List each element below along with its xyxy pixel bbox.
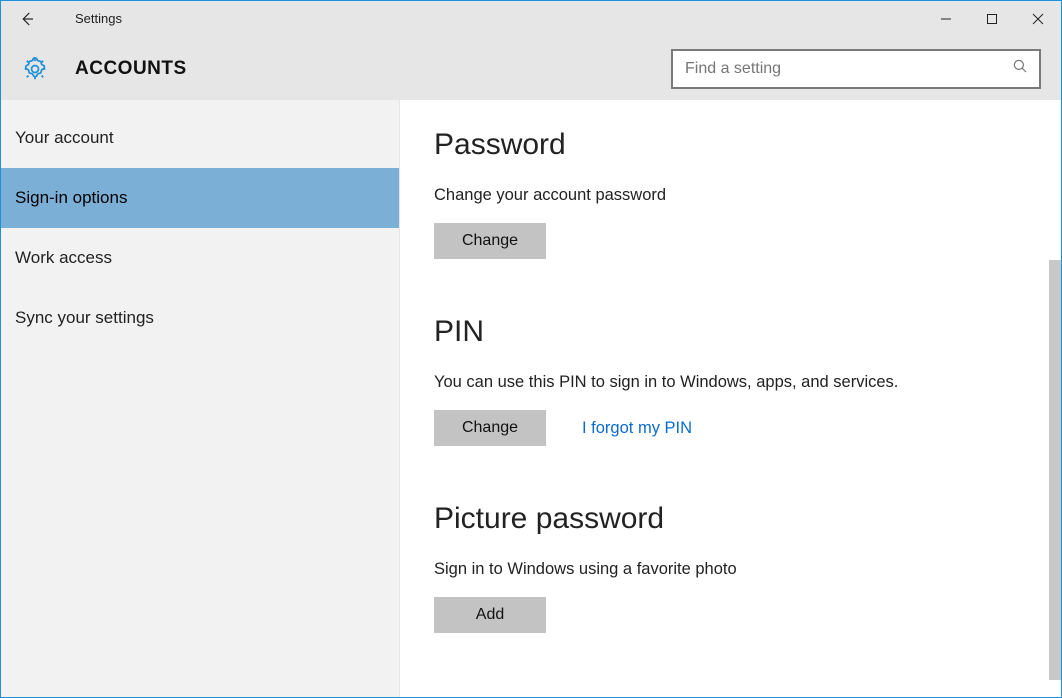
maximize-button[interactable] [969, 1, 1015, 37]
search-box[interactable] [671, 49, 1041, 89]
section-title: PIN [434, 315, 1037, 349]
sidebar-item-label: Work access [15, 248, 112, 268]
change-password-button[interactable]: Change [434, 223, 546, 259]
section-password: Password Change your account password Ch… [434, 128, 1037, 259]
section-description: Sign in to Windows using a favorite phot… [434, 560, 1037, 579]
content: Password Change your account password Ch… [400, 100, 1061, 697]
titlebar: Settings [1, 1, 1061, 37]
window-controls [923, 1, 1061, 37]
close-button[interactable] [1015, 1, 1061, 37]
sidebar-item-your-account[interactable]: Your account [1, 108, 399, 168]
scrollbar-thumb[interactable] [1049, 260, 1061, 680]
section-picture-password: Picture password Sign in to Windows usin… [434, 502, 1037, 633]
gear-icon [17, 56, 53, 82]
header: ACCOUNTS [1, 37, 1061, 100]
search-icon [1011, 57, 1029, 80]
change-pin-button[interactable]: Change [434, 410, 546, 446]
search-input[interactable] [685, 60, 1011, 78]
sidebar-item-label: Sign-in options [15, 188, 127, 208]
window-title: Settings [75, 11, 122, 26]
sidebar-item-label: Sync your settings [15, 308, 154, 328]
sidebar-item-sign-in-options[interactable]: Sign-in options [1, 168, 399, 228]
category-title: ACCOUNTS [75, 58, 187, 80]
sidebar-item-label: Your account [15, 128, 114, 148]
section-description: You can use this PIN to sign in to Windo… [434, 373, 1037, 392]
section-title: Password [434, 128, 1037, 162]
sidebar-item-sync-settings[interactable]: Sync your settings [1, 288, 399, 348]
back-button[interactable] [5, 1, 49, 37]
section-title: Picture password [434, 502, 1037, 536]
add-picture-password-button[interactable]: Add [434, 597, 546, 633]
section-pin: PIN You can use this PIN to sign in to W… [434, 315, 1037, 446]
section-description: Change your account password [434, 186, 1037, 205]
sidebar-item-work-access[interactable]: Work access [1, 228, 399, 288]
body: Your account Sign-in options Work access… [1, 100, 1061, 697]
forgot-pin-link[interactable]: I forgot my PIN [582, 419, 692, 438]
minimize-button[interactable] [923, 1, 969, 37]
sidebar: Your account Sign-in options Work access… [1, 100, 400, 697]
